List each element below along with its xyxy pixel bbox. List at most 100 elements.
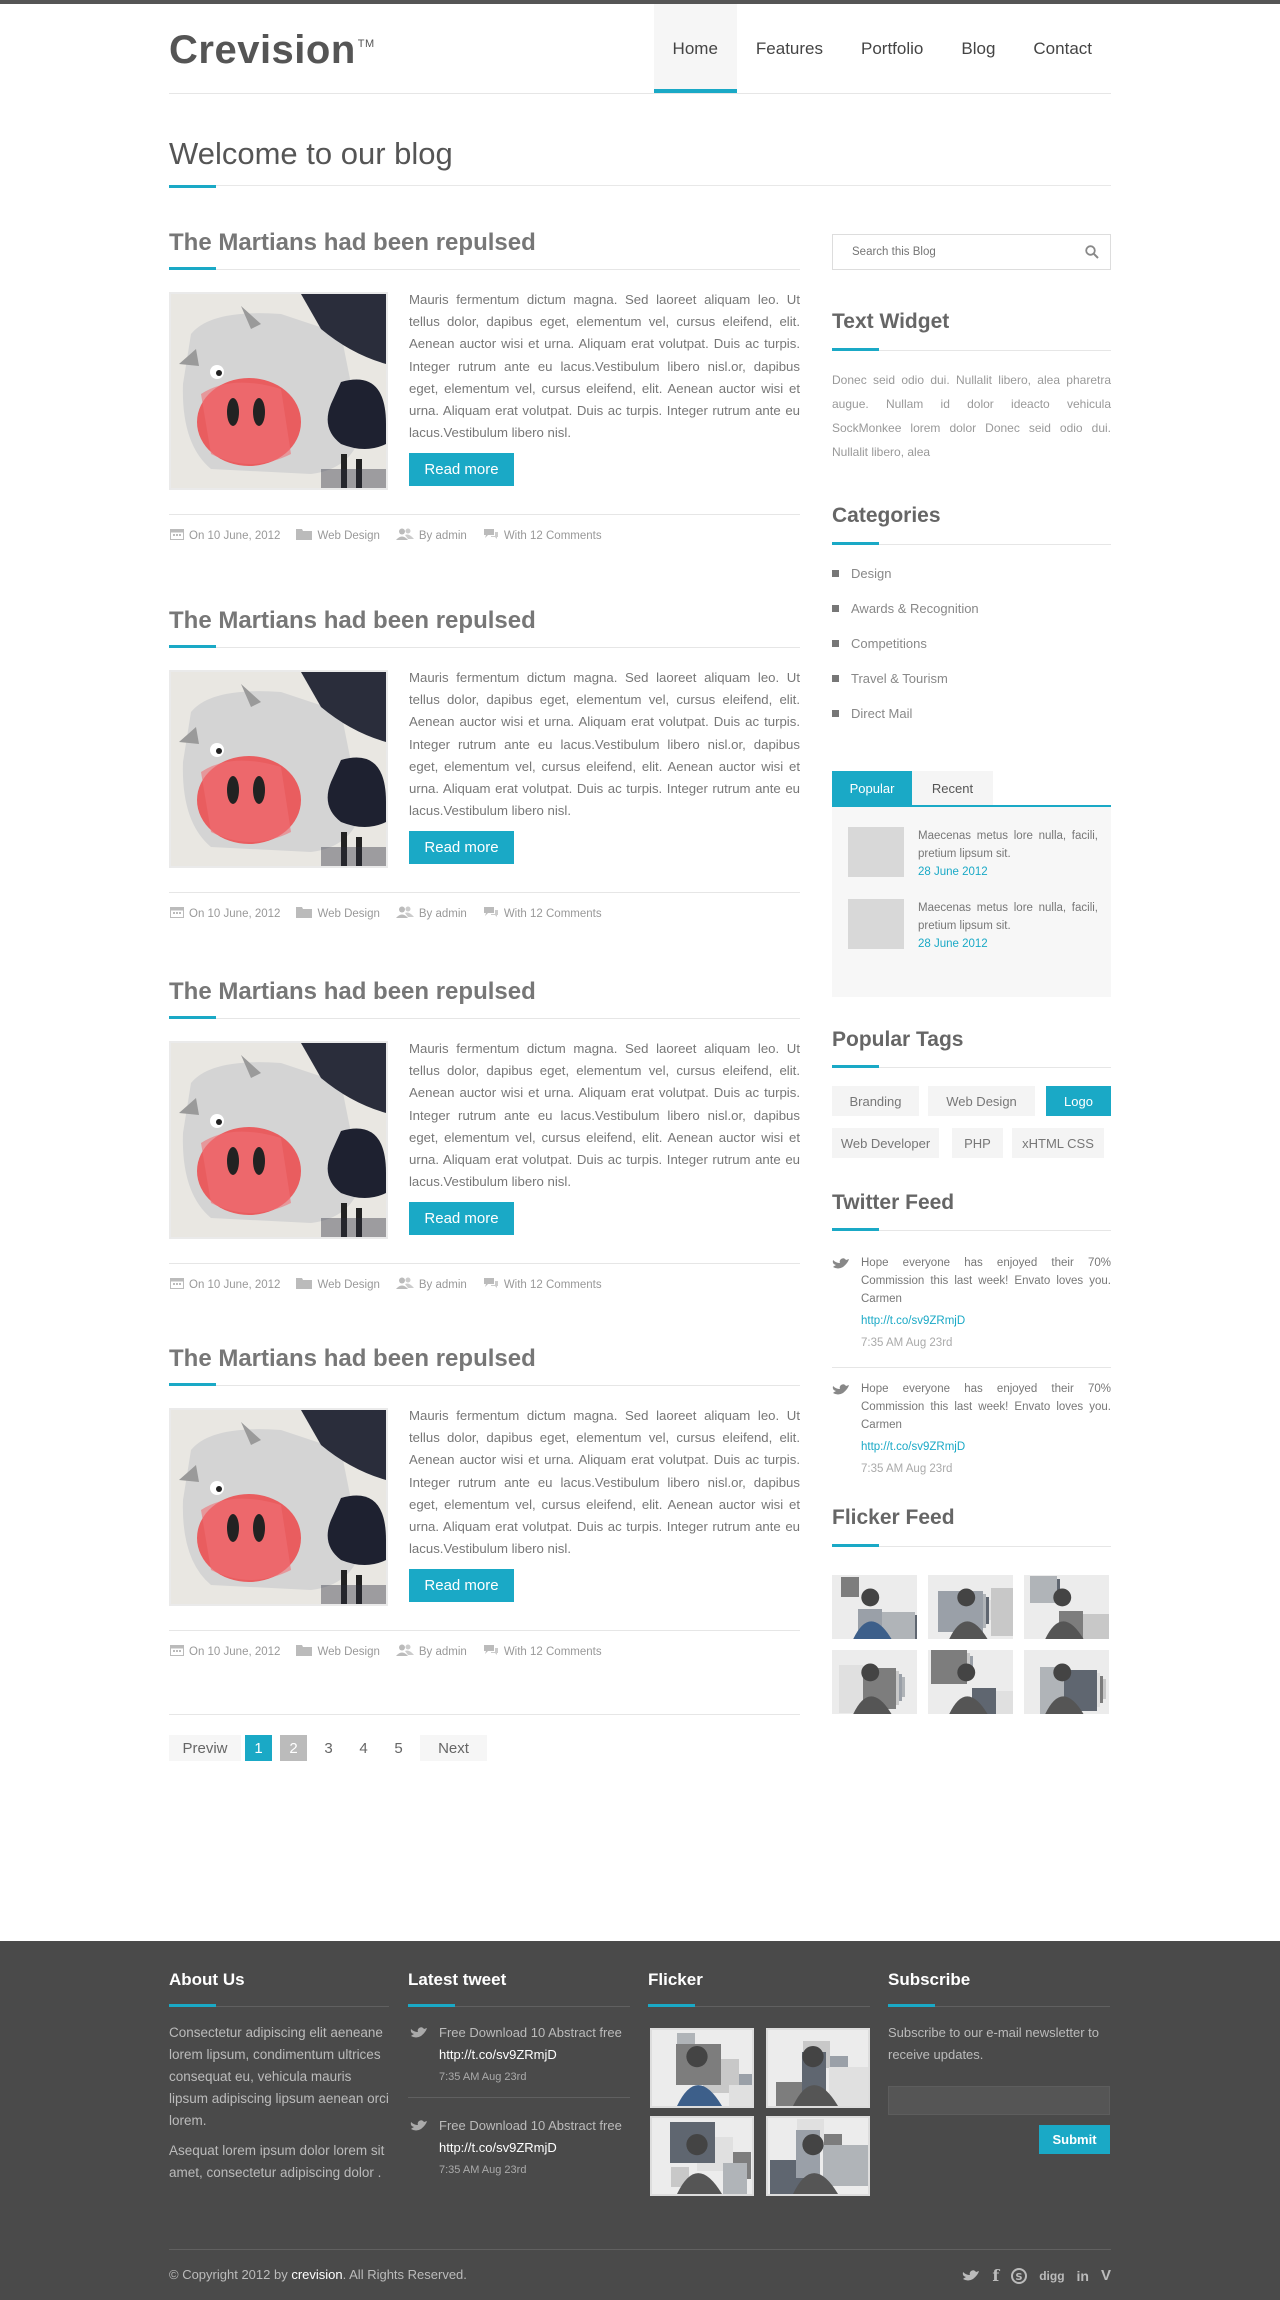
twitter-bird-icon [832,1380,861,1478]
post-title[interactable]: The Martians had been repulsed [169,978,536,1006]
site-logo[interactable]: Crevision TM [169,28,375,73]
social-links: f S digg in V [962,2266,1111,2285]
facebook-icon[interactable]: f [992,2266,999,2285]
search-input[interactable] [852,246,1052,258]
newsletter-email-input[interactable] [888,2086,1110,2115]
tag-logo[interactable]: Logo [1046,1086,1111,1116]
footer-tweet-time: 7:35 AM Aug 23rd [439,2164,527,2176]
skype-icon[interactable]: S [1011,2267,1028,2284]
linkedin-icon[interactable]: in [1077,2268,1089,2284]
post-category[interactable]: Web Design [296,1644,380,1659]
footer-tweet-text: Free Download 10 Abstract free [439,2118,622,2133]
post-comments[interactable]: With 12 Comments [483,1277,602,1292]
footer-flicker-photo[interactable] [766,2028,870,2108]
post-author[interactable]: By admin [395,1277,467,1292]
pagination-page-3[interactable]: 3 [315,1735,342,1761]
calendar-icon [170,528,189,543]
pagination-page-5[interactable]: 5 [385,1735,412,1761]
read-more-button[interactable]: Read more [409,831,514,864]
post-image[interactable] [169,292,388,490]
nav-blog[interactable]: Blog [942,4,1014,93]
post-category[interactable]: Web Design [296,1277,380,1292]
pagination-prev[interactable]: Previw [169,1735,241,1761]
footer-subscribe-title: Subscribe [888,1970,971,1989]
pagination-page-1[interactable]: 1 [245,1735,272,1761]
post-excerpt: Mauris fermentum dictum magna. Sed laore… [409,670,800,819]
subscribe-submit-button[interactable]: Submit [1039,2125,1110,2154]
tag-xhtml-css[interactable]: xHTML CSS [1012,1128,1104,1158]
tag-web-design[interactable]: Web Design [928,1086,1035,1116]
pagination-next[interactable]: Next [420,1735,487,1761]
post-thumbnail [848,827,904,877]
tweet-link[interactable]: http://t.co/sv9ZRmjD [861,1312,1111,1330]
pagination-page-2[interactable]: 2 [280,1735,307,1761]
post-category[interactable]: Web Design [296,906,380,921]
post-author[interactable]: By admin [395,528,467,543]
post-author[interactable]: By admin [395,906,467,921]
post-comments[interactable]: With 12 Comments [483,1644,602,1659]
twitter-icon[interactable] [962,2269,980,2283]
flicker-photo[interactable] [1024,1650,1109,1714]
popular-post[interactable]: Maecenas metus lore nulla, facili, preti… [848,827,1098,881]
footer-tweet-link[interactable]: http://t.co/sv9ZRmjD [439,2137,622,2159]
flicker-photo[interactable] [928,1575,1013,1639]
tweet-text: Hope everyone has enjoyed their 70% Comm… [861,1257,1111,1305]
nav-contact[interactable]: Contact [1014,4,1111,93]
category-item[interactable]: Design [832,566,891,581]
digg-icon[interactable]: digg [1039,2269,1064,2283]
tag-web-developer[interactable]: Web Developer [832,1128,939,1158]
post-author[interactable]: By admin [395,1644,467,1659]
footer-accent [888,2004,935,2007]
footer-tweet-link[interactable]: http://t.co/sv9ZRmjD [439,2044,622,2066]
categories-title: Categories [832,504,941,527]
post-category[interactable]: Web Design [296,528,380,543]
tweet-link[interactable]: http://t.co/sv9ZRmjD [861,1438,1111,1456]
post-title[interactable]: The Martians had been repulsed [169,1345,536,1373]
footer-flicker-photo[interactable] [650,2116,754,2196]
post-image[interactable] [169,670,388,868]
tab-popular[interactable]: Popular [832,771,912,805]
tag-php[interactable]: PHP [952,1128,1003,1158]
post-comments[interactable]: With 12 Comments [483,528,602,543]
category-item[interactable]: Awards & Recognition [832,601,979,616]
footer-tweet-text: Free Download 10 Abstract free [439,2025,622,2040]
comment-icon [483,528,504,543]
post-image[interactable] [169,1041,388,1239]
tag-branding[interactable]: Branding [832,1086,919,1116]
read-more-button[interactable]: Read more [409,1569,514,1602]
flicker-photo[interactable] [832,1575,917,1639]
pagination-page-4[interactable]: 4 [350,1735,377,1761]
tweet-time: 7:35 AM Aug 23rd [861,1463,953,1475]
post-comments[interactable]: With 12 Comments [483,906,602,921]
nav-features[interactable]: Features [737,4,842,93]
post-meta-divider [169,514,800,515]
footer-flicker-photo[interactable] [766,2116,870,2196]
post-meta: On 10 June, 2012 Web Design By admin Wit… [170,1277,618,1292]
folder-icon [296,1644,317,1659]
search-icon[interactable] [1074,245,1110,259]
post-image[interactable] [169,1408,388,1606]
tweet-divider [832,1367,1111,1368]
nav-home[interactable]: Home [653,4,737,93]
copyright-brand-link[interactable]: crevision [291,2267,342,2282]
text-widget-title: Text Widget [832,310,950,333]
footer-subscribe-text: Subscribe to our e-mail newsletter to re… [888,2025,1099,2062]
read-more-button[interactable]: Read more [409,453,514,486]
user-icon [395,906,419,921]
category-item[interactable]: Competitions [832,636,927,651]
post-title[interactable]: The Martians had been repulsed [169,607,536,635]
flicker-photo[interactable] [832,1650,917,1714]
nav-portfolio[interactable]: Portfolio [842,4,942,93]
flicker-photo[interactable] [928,1650,1013,1714]
category-item[interactable]: Direct Mail [832,706,912,721]
vimeo-icon[interactable]: V [1101,2267,1111,2284]
tab-recent[interactable]: Recent [912,771,993,805]
post-title[interactable]: The Martians had been repulsed [169,229,536,257]
category-item[interactable]: Travel & Tourism [832,671,948,686]
footer-tweet: Free Download 10 Abstract free http://t.c… [410,2022,622,2088]
comment-icon [483,1277,504,1292]
flicker-photo[interactable] [1024,1575,1109,1639]
popular-post[interactable]: Maecenas metus lore nulla, facili, preti… [848,899,1098,953]
read-more-button[interactable]: Read more [409,1202,514,1235]
footer-flicker-photo[interactable] [650,2028,754,2108]
